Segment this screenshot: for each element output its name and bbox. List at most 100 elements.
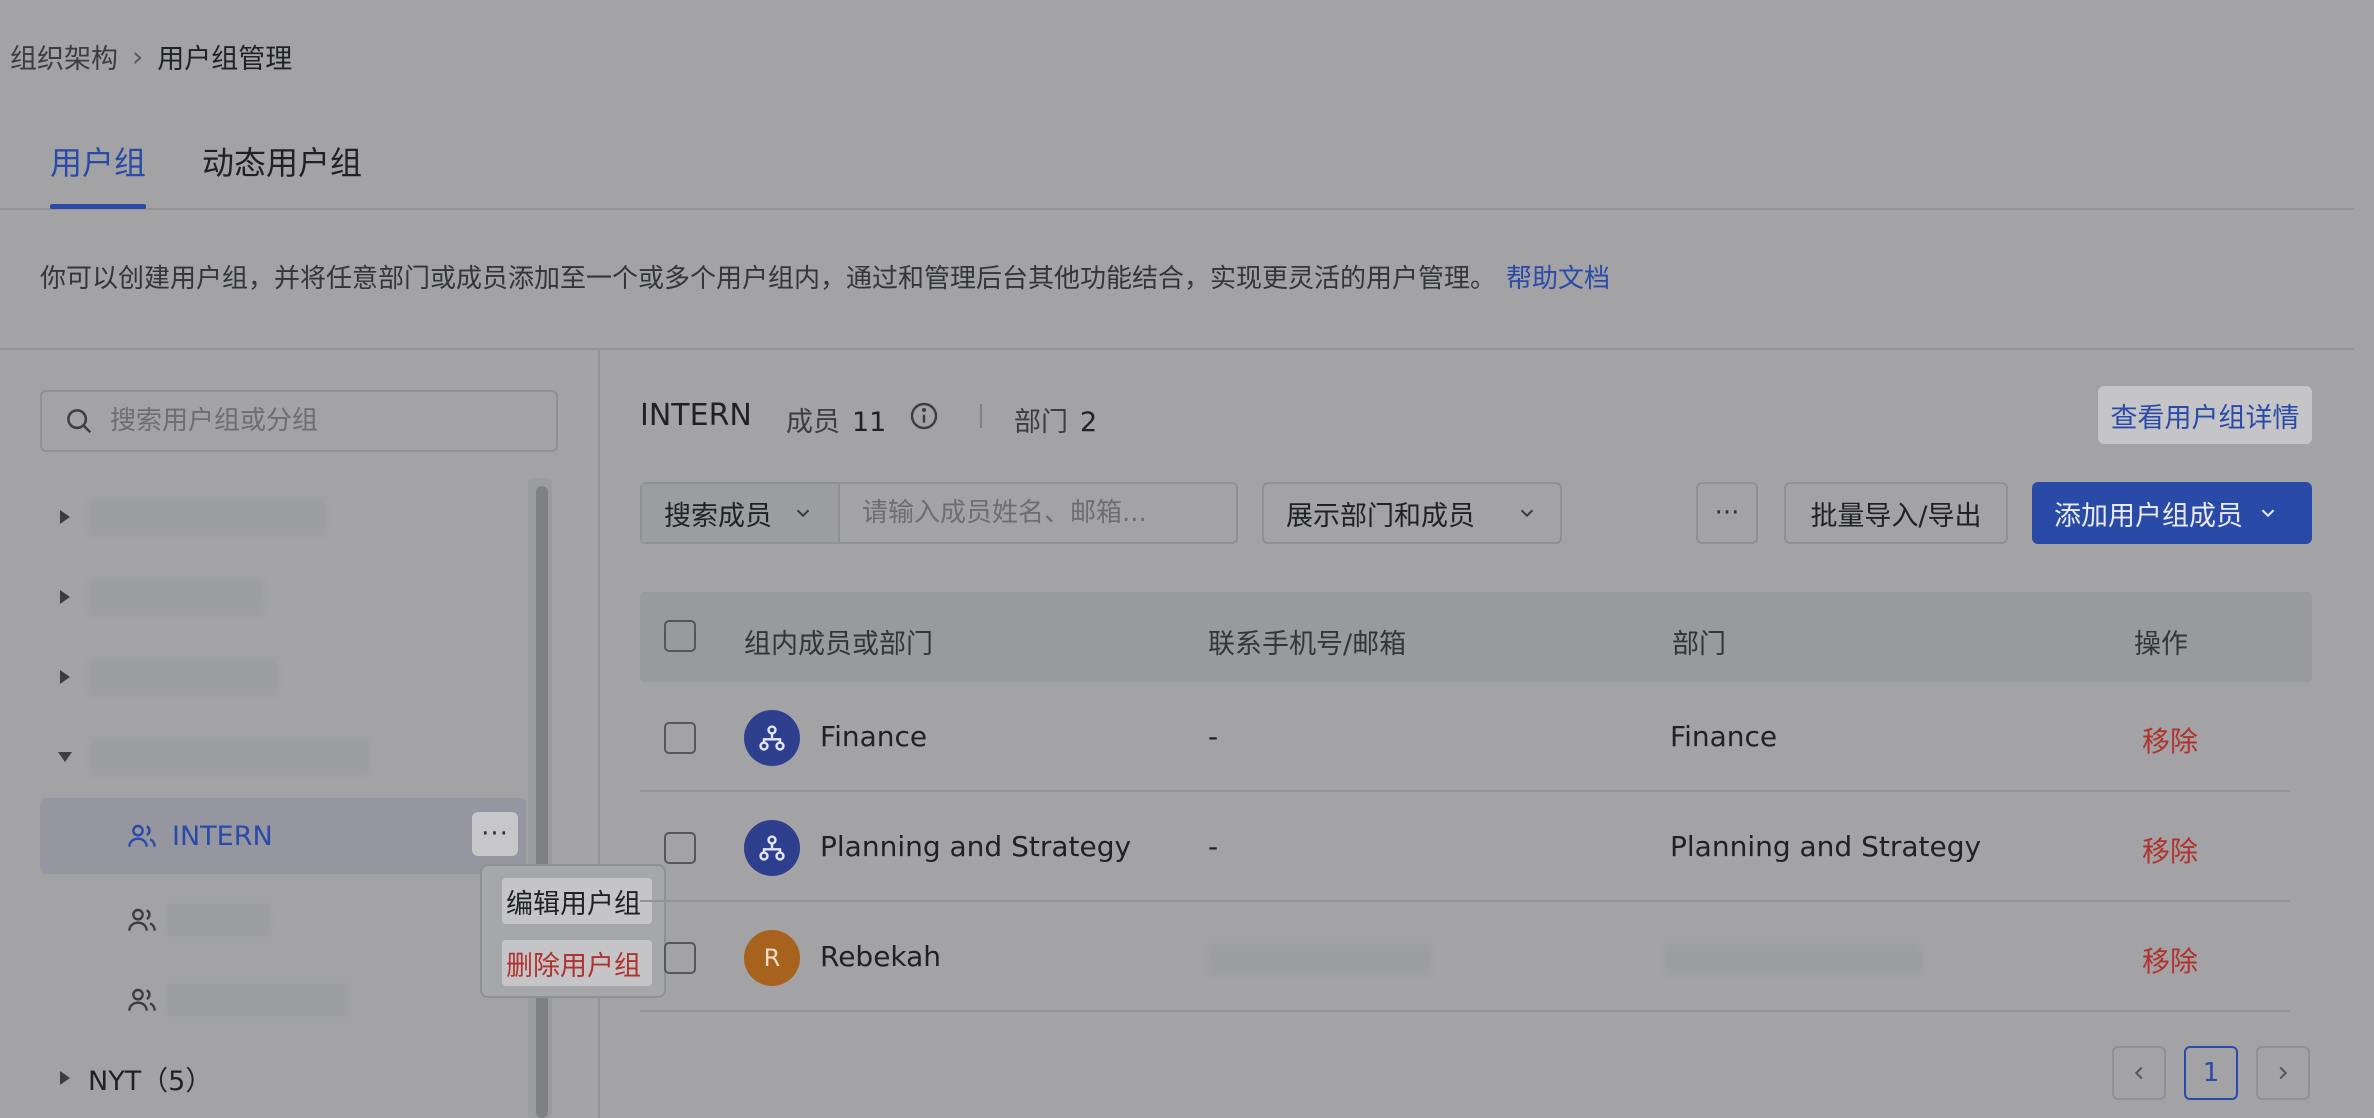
departments-count: 部门 2 bbox=[1014, 400, 1097, 439]
group-context-menu: 编辑用户组 删除用户组 bbox=[480, 864, 666, 998]
add-group-member-label: 添加用户组成员 bbox=[2054, 500, 2243, 532]
users-icon bbox=[128, 824, 156, 847]
tree-item-collapsed[interactable] bbox=[40, 482, 326, 552]
display-filter-dropdown[interactable]: 展示部门和成员 bbox=[1262, 482, 1562, 544]
caret-down-icon[interactable] bbox=[58, 752, 72, 762]
redacted-group-name bbox=[88, 659, 278, 695]
select-all-checkbox[interactable] bbox=[664, 620, 696, 652]
departments-label: 部门 bbox=[1014, 407, 1068, 438]
group-search-box[interactable] bbox=[40, 390, 558, 452]
sidebar-item-nyt[interactable]: NYT（5） bbox=[40, 1058, 212, 1098]
view-group-details-button[interactable]: 查看用户组详情 bbox=[2098, 386, 2312, 444]
group-search-input[interactable] bbox=[110, 406, 530, 436]
breadcrumb: 组织架构 › 用户组管理 bbox=[10, 36, 292, 76]
tab-dynamic-user-groups[interactable]: 动态用户组 bbox=[202, 138, 362, 184]
redacted-group-name bbox=[88, 499, 326, 535]
chevron-down-icon bbox=[796, 509, 810, 518]
active-tab-indicator bbox=[50, 204, 146, 209]
sidebar-item-intern[interactable]: INTERN bbox=[40, 798, 526, 874]
chevron-down-icon bbox=[1520, 509, 1534, 518]
search-icon bbox=[67, 409, 92, 434]
sidebar-item-label: INTERN bbox=[172, 820, 273, 852]
column-header-member: 组内成员或部门 bbox=[744, 629, 933, 660]
sidebar-item-group[interactable] bbox=[126, 970, 348, 1030]
caret-right-icon[interactable] bbox=[60, 1071, 70, 1085]
column-header-contact: 联系手机号/邮箱 bbox=[1208, 629, 1407, 660]
edit-group-menu-item[interactable]: 编辑用户组 bbox=[502, 878, 652, 924]
member-search-group: 搜索成员 bbox=[640, 482, 1238, 544]
users-icon bbox=[128, 908, 156, 931]
redacted-department bbox=[1666, 944, 1922, 974]
add-group-member-button[interactable]: 添加用户组成员 bbox=[2032, 482, 2312, 544]
column-header-department: 部门 bbox=[1672, 629, 1726, 660]
group-more-button[interactable]: ··· bbox=[472, 812, 518, 856]
redacted-group-name bbox=[90, 739, 370, 775]
members-label: 成员 bbox=[786, 407, 840, 438]
table-header: 组内成员或部门 联系手机号/邮箱 部门 操作 bbox=[640, 592, 2312, 682]
members-count-value: 11 bbox=[852, 407, 887, 438]
next-page-button[interactable] bbox=[2256, 1046, 2310, 1100]
breadcrumb-org-structure[interactable]: 组织架构 bbox=[10, 37, 118, 76]
panel-divider bbox=[598, 350, 600, 1118]
tree-item-collapsed[interactable] bbox=[40, 642, 278, 712]
chevron-left-icon bbox=[2134, 1066, 2143, 1080]
page-description: 你可以创建用户组，并将任意部门或成员添加至一个或多个用户组内，通过和管理后台其他… bbox=[40, 258, 1610, 295]
delete-group-menu-item[interactable]: 删除用户组 bbox=[502, 940, 652, 986]
department-avatar bbox=[744, 710, 800, 766]
redacted-contact bbox=[1208, 944, 1430, 974]
remove-button[interactable]: 移除 bbox=[2142, 720, 2198, 760]
page-number-button[interactable]: 1 bbox=[2184, 1046, 2238, 1100]
search-type-select[interactable]: 搜索成员 bbox=[642, 484, 840, 542]
departments-count-value: 2 bbox=[1080, 407, 1098, 438]
info-icon[interactable] bbox=[908, 400, 940, 432]
sidebar-item-label: NYT（5） bbox=[88, 1065, 213, 1097]
row-checkbox[interactable] bbox=[664, 722, 696, 754]
table-row: R Rebekah 移除 bbox=[640, 902, 2290, 1012]
more-actions-button[interactable]: ··· bbox=[1696, 482, 1758, 544]
department-icon bbox=[759, 725, 785, 751]
divider bbox=[0, 348, 2354, 350]
remove-button[interactable]: 移除 bbox=[2142, 830, 2198, 870]
member-department: Finance bbox=[1670, 720, 1778, 753]
tab-bar: 用户组 动态用户组 bbox=[0, 98, 2354, 210]
group-title: INTERN bbox=[640, 398, 752, 433]
member-department: Planning and Strategy bbox=[1670, 830, 1982, 863]
users-icon bbox=[128, 988, 156, 1011]
user-avatar: R bbox=[744, 930, 800, 986]
prev-page-button[interactable] bbox=[2112, 1046, 2166, 1100]
search-type-label: 搜索成员 bbox=[664, 500, 772, 532]
caret-right-icon[interactable] bbox=[60, 510, 70, 524]
row-checkbox[interactable] bbox=[664, 942, 696, 974]
meta-divider bbox=[980, 404, 982, 428]
member-contact: - bbox=[1208, 830, 1219, 863]
sidebar-scrollbar-thumb[interactable] bbox=[536, 486, 548, 1118]
table-row: Planning and Strategy - Planning and Str… bbox=[640, 792, 2290, 902]
table-row: Finance - Finance 移除 bbox=[640, 682, 2290, 792]
breadcrumb-current: 用户组管理 bbox=[157, 43, 293, 75]
remove-button[interactable]: 移除 bbox=[2142, 940, 2198, 980]
help-docs-link[interactable]: 帮助文档 bbox=[1506, 264, 1610, 294]
sidebar-item-group[interactable] bbox=[126, 890, 270, 950]
redacted-group-name bbox=[166, 982, 348, 1018]
member-search-input[interactable] bbox=[840, 484, 1236, 542]
caret-right-icon[interactable] bbox=[60, 670, 70, 684]
display-filter-label: 展示部门和成员 bbox=[1286, 500, 1475, 532]
redacted-group-name bbox=[166, 902, 270, 938]
department-avatar bbox=[744, 820, 800, 876]
chevron-right-icon: › bbox=[132, 39, 144, 73]
row-checkbox[interactable] bbox=[664, 832, 696, 864]
chevron-right-icon bbox=[2279, 1066, 2288, 1080]
batch-import-export-button[interactable]: 批量导入/导出 bbox=[1784, 482, 2008, 544]
tree-item-expanded[interactable] bbox=[40, 722, 370, 792]
member-contact: - bbox=[1208, 720, 1219, 753]
redacted-group-name bbox=[88, 579, 264, 615]
tab-user-groups[interactable]: 用户组 bbox=[50, 138, 146, 184]
member-name: Finance bbox=[820, 720, 928, 753]
tree-item-collapsed[interactable] bbox=[40, 562, 264, 632]
department-icon bbox=[759, 835, 785, 861]
column-header-action: 操作 bbox=[2134, 629, 2188, 660]
members-count: 成员 11 bbox=[786, 400, 886, 439]
description-text: 你可以创建用户组，并将任意部门或成员添加至一个或多个用户组内，通过和管理后台其他… bbox=[40, 264, 1497, 294]
member-name: Planning and Strategy bbox=[820, 830, 1132, 863]
caret-right-icon[interactable] bbox=[60, 590, 70, 604]
